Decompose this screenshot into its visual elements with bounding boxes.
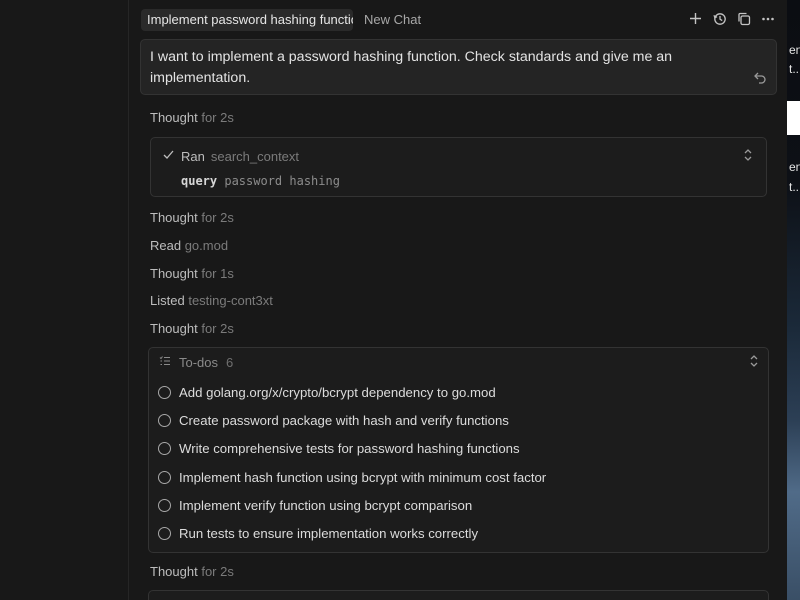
todo-checkbox-icon[interactable]	[158, 386, 171, 399]
todo-text: Implement hash function using bcrypt wit…	[179, 470, 547, 485]
tool-param-value: password hashing	[224, 174, 340, 188]
listed-directory: testing-cont3xt	[188, 293, 273, 308]
user-message[interactable]: I want to implement a password hashing f…	[140, 39, 777, 95]
tool-call-params: query password hashing	[181, 174, 340, 188]
more-icon[interactable]	[760, 11, 775, 26]
thought-duration: for 2s	[201, 210, 234, 225]
todos-header[interactable]: To-dos 6	[159, 354, 233, 370]
thought-step[interactable]: Thought for 2s	[150, 564, 234, 579]
todo-item[interactable]: Implement verify function using bcrypt c…	[158, 498, 472, 513]
todo-checkbox-icon[interactable]	[158, 414, 171, 427]
todo-text: Write comprehensive tests for password h…	[179, 441, 520, 456]
todo-item[interactable]: Add golang.org/x/crypto/bcrypt dependenc…	[158, 385, 496, 400]
left-pane	[0, 0, 129, 600]
background-text: en	[789, 160, 800, 174]
expand-collapse-icon[interactable]	[748, 354, 760, 373]
chat-tab-bar: Implement password hashing function New …	[130, 0, 787, 38]
tool-call-status: Ran	[181, 148, 205, 164]
todo-checkbox-icon[interactable]	[158, 499, 171, 512]
tab-actions	[688, 11, 775, 26]
tab-current-chat[interactable]: Implement password hashing function	[141, 9, 353, 31]
todo-item[interactable]: Write comprehensive tests for password h…	[158, 441, 520, 456]
background-window-strip: en t.. en t..	[787, 0, 800, 600]
undo-icon[interactable]	[753, 70, 767, 89]
todo-text: Create password package with hash and ve…	[179, 413, 509, 428]
thought-step[interactable]: Thought for 2s	[150, 210, 234, 225]
read-step[interactable]: Read go.mod	[150, 238, 228, 253]
background-text: en	[789, 43, 800, 57]
thought-duration: for 1s	[201, 266, 234, 281]
thought-label: Thought	[150, 110, 198, 125]
todos-card: To-dos 6 Add golang.org/x/crypto/bcrypt …	[148, 347, 769, 553]
todo-text: Implement verify function using bcrypt c…	[179, 498, 473, 513]
listed-label: Listed	[150, 293, 185, 308]
thought-duration: for 2s	[201, 110, 234, 125]
todos-title: To-dos	[179, 354, 219, 370]
thought-label: Thought	[150, 321, 198, 336]
background-block	[787, 101, 800, 135]
listed-step[interactable]: Listed testing-cont3xt	[150, 293, 273, 308]
history-icon[interactable]	[712, 11, 727, 26]
todo-checkbox-icon[interactable]	[158, 527, 171, 540]
tool-call-card[interactable]: Ran search_context query password hashin…	[150, 137, 767, 197]
check-icon	[162, 148, 175, 164]
todo-checkbox-icon[interactable]	[158, 442, 171, 455]
thought-duration: for 2s	[201, 564, 234, 579]
tool-param-key: query	[181, 174, 218, 188]
todo-list-icon	[159, 355, 171, 370]
chat-panel: Implement password hashing function New …	[130, 0, 787, 600]
todo-item[interactable]: Create password package with hash and ve…	[158, 413, 509, 428]
tool-call-header: Ran search_context	[162, 148, 299, 164]
tool-call-name: search_context	[210, 148, 300, 164]
todo-item[interactable]: Implement hash function using bcrypt wit…	[158, 470, 546, 485]
todo-text: Add golang.org/x/crypto/bcrypt dependenc…	[179, 385, 496, 400]
thought-step[interactable]: Thought for 2s	[150, 321, 234, 336]
plus-icon[interactable]	[688, 11, 703, 26]
read-file: go.mod	[184, 238, 229, 253]
tab-new-chat[interactable]: New Chat	[358, 9, 427, 31]
todos-count: 6	[226, 354, 234, 370]
thought-step[interactable]: Thought for 2s	[150, 110, 234, 125]
thought-label: Thought	[150, 564, 198, 579]
thought-label: Thought	[150, 210, 198, 225]
user-message-text: I want to implement a password hashing f…	[150, 49, 673, 86]
todo-checkbox-icon[interactable]	[158, 471, 171, 484]
background-text: t..	[789, 62, 800, 76]
thought-label: Thought	[150, 266, 198, 281]
next-step-card	[148, 590, 769, 600]
expand-collapse-icon[interactable]	[742, 148, 754, 167]
thought-duration: for 2s	[201, 321, 234, 336]
duplicate-icon[interactable]	[736, 11, 751, 26]
read-label: Read	[150, 238, 182, 253]
todo-text: Run tests to ensure implementation works…	[179, 526, 479, 541]
thought-step[interactable]: Thought for 1s	[150, 266, 234, 281]
todo-item[interactable]: Run tests to ensure implementation works…	[158, 526, 478, 541]
background-text: t..	[789, 180, 800, 194]
